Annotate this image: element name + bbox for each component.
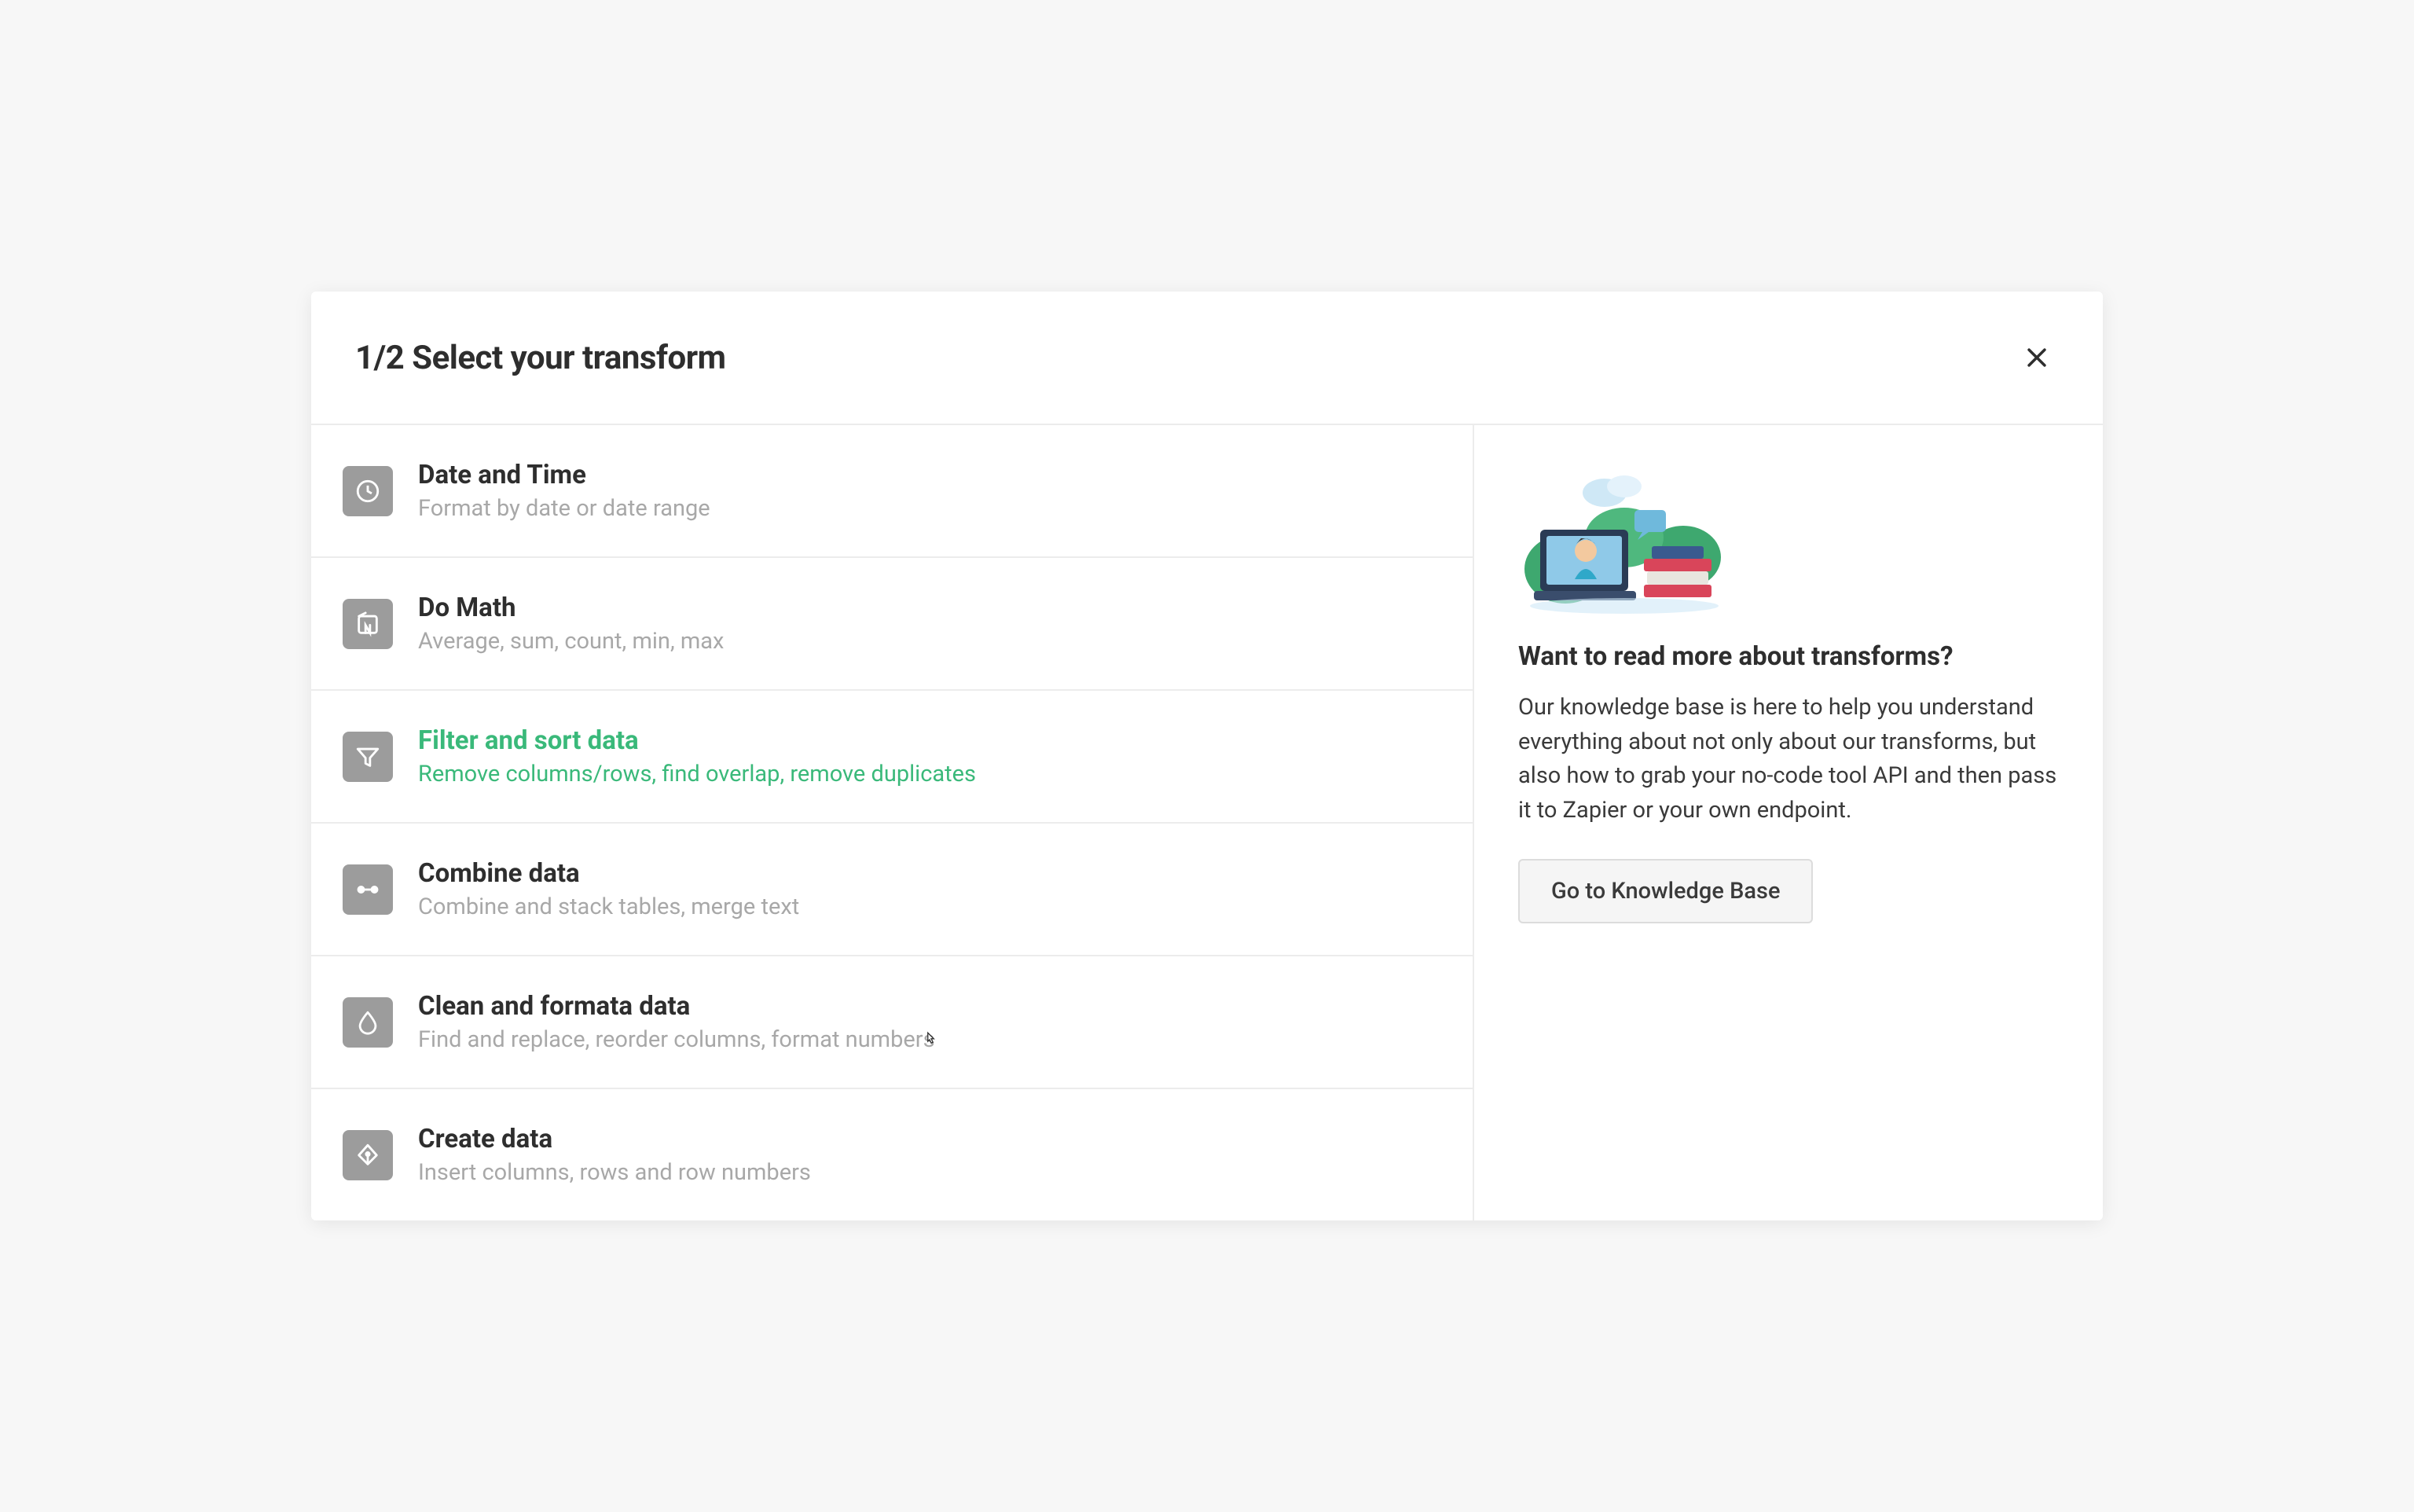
modal-title: 1/2 Select your transform: [355, 339, 725, 377]
transform-text: Filter and sort data Remove columns/rows…: [418, 725, 976, 787]
sidebar-title: Want to read more about transforms?: [1518, 639, 2059, 675]
transform-text: Date and Time Format by date or date ran…: [418, 460, 710, 522]
transform-name: Clean and formata data: [418, 991, 935, 1022]
transform-desc: Insert columns, rows and row numbers: [418, 1159, 811, 1186]
transform-list: Date and Time Format by date or date ran…: [311, 425, 1474, 1220]
droplet-icon: [343, 997, 393, 1048]
transform-item-clean-format[interactable]: Clean and formata data Find and replace,…: [311, 956, 1473, 1089]
transform-text: Create data Insert columns, rows and row…: [418, 1124, 811, 1186]
transform-desc: Combine and stack tables, merge text: [418, 894, 799, 920]
transform-name: Date and Time: [418, 460, 710, 490]
transform-desc: Format by date or date range: [418, 495, 710, 522]
transform-name: Filter and sort data: [418, 725, 976, 756]
pen-icon: [343, 1130, 393, 1180]
clock-icon: [343, 466, 393, 516]
transform-text: Clean and formata data Find and replace,…: [418, 991, 935, 1053]
transform-desc: Remove columns/rows, find overlap, remov…: [418, 761, 976, 787]
filter-icon: [343, 732, 393, 782]
transform-item-combine[interactable]: Combine data Combine and stack tables, m…: [311, 824, 1473, 956]
transform-text: Do Math Average, sum, count, min, max: [418, 593, 724, 655]
combine-icon: [343, 864, 393, 915]
transform-text: Combine data Combine and stack tables, m…: [418, 858, 799, 920]
modal-header: 1/2 Select your transform: [311, 292, 2103, 425]
transform-item-date-time[interactable]: Date and Time Format by date or date ran…: [311, 425, 1473, 558]
illustration: [1518, 463, 1722, 620]
sidebar-body: Our knowledge base is here to help you u…: [1518, 691, 2059, 828]
sidebar: Want to read more about transforms? Our …: [1474, 425, 2103, 1220]
modal-body: Date and Time Format by date or date ran…: [311, 425, 2103, 1220]
close-icon: [2023, 344, 2050, 371]
knowledge-base-button[interactable]: Go to Knowledge Base: [1518, 859, 1813, 923]
close-button[interactable]: [2015, 336, 2059, 380]
transform-desc: Find and replace, reorder columns, forma…: [418, 1026, 935, 1053]
transform-item-filter-sort[interactable]: Filter and sort data Remove columns/rows…: [311, 691, 1473, 824]
transform-name: Create data: [418, 1124, 811, 1154]
transform-name: Do Math: [418, 593, 724, 623]
math-icon: [343, 599, 393, 649]
select-transform-modal: 1/2 Select your transform Date and Time …: [311, 292, 2103, 1220]
transform-item-create-data[interactable]: Create data Insert columns, rows and row…: [311, 1089, 1473, 1220]
transform-desc: Average, sum, count, min, max: [418, 628, 724, 655]
transform-name: Combine data: [418, 858, 799, 889]
transform-item-do-math[interactable]: Do Math Average, sum, count, min, max: [311, 558, 1473, 691]
